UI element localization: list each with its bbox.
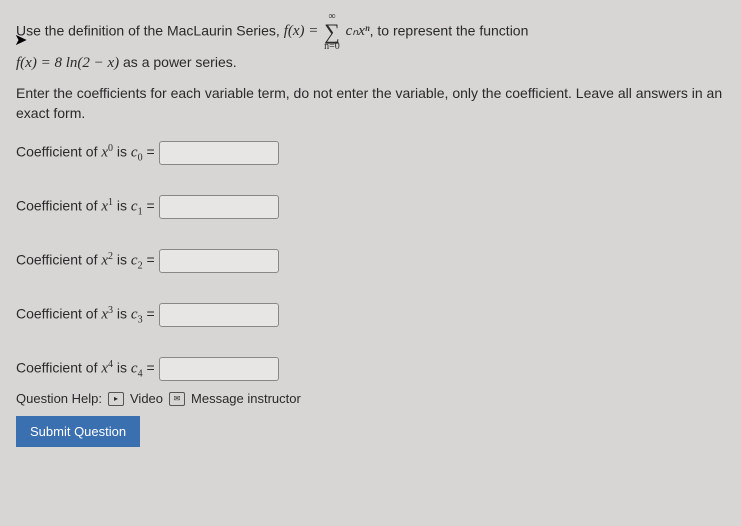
video-link[interactable]: Video [130, 391, 163, 406]
message-icon: ✉ [169, 392, 185, 406]
coef-label: Coefficient of x4 is c4 = [16, 359, 155, 379]
c2-input[interactable] [159, 249, 279, 273]
coef-row-1: Coefficient of x1 is c1 = [16, 195, 725, 219]
c4-input[interactable] [159, 357, 279, 381]
coef-row-3: Coefficient of x3 is c3 = [16, 303, 725, 327]
coef-label: Coefficient of x2 is c2 = [16, 251, 155, 271]
coef-label: Coefficient of x1 is c1 = [16, 197, 155, 217]
summation-icon: ∞ ∑ n=0 [324, 12, 340, 52]
fx-equals: f(x) = [284, 23, 319, 39]
intro-lead: Use the definition of the MacLaurin Seri… [16, 22, 280, 38]
coef-row-0: Coefficient of x0 is c0 = [16, 141, 725, 165]
c1-input[interactable] [159, 195, 279, 219]
video-icon: ▸ [108, 392, 124, 406]
as-power-series: as a power series. [119, 54, 237, 70]
c0-input[interactable] [159, 141, 279, 165]
coef-label: Coefficient of x3 is c3 = [16, 305, 155, 325]
question-help: Question Help: ▸ Video ✉ Message instruc… [16, 391, 725, 406]
series-term: cₙxⁿ [346, 23, 370, 39]
instructions: Enter the coefficients for each variable… [16, 84, 725, 123]
submit-button[interactable]: Submit Question [16, 416, 140, 447]
message-instructor-link[interactable]: Message instructor [191, 391, 301, 406]
help-label: Question Help: [16, 391, 102, 406]
intro-tail: , to represent the function [370, 22, 529, 38]
coef-row-4: Coefficient of x4 is c4 = [16, 357, 725, 381]
coef-label: Coefficient of x0 is c0 = [16, 143, 155, 163]
function-definition: f(x) = 8 ln(2 − x) [16, 55, 119, 71]
c3-input[interactable] [159, 303, 279, 327]
problem-intro: Use the definition of the MacLaurin Seri… [16, 12, 725, 74]
coef-row-2: Coefficient of x2 is c2 = [16, 249, 725, 273]
